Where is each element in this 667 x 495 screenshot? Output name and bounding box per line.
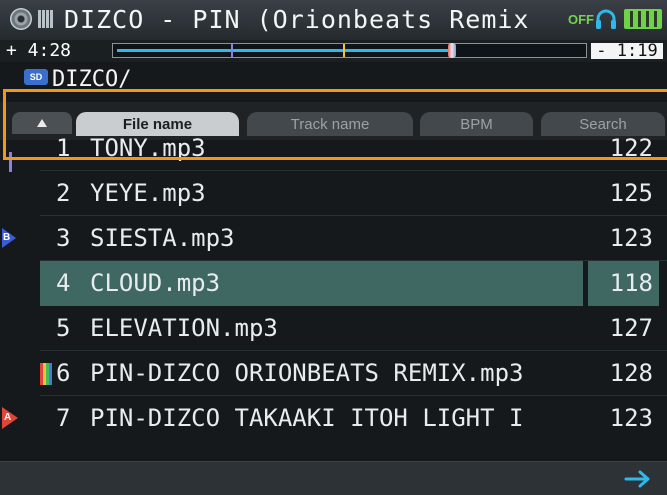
title-bar: DIZCO - PIN (Orionbeats Remix OFF [0,0,667,40]
track-bpm: 123 [609,224,653,252]
track-number: 2 [56,179,71,207]
track-number: 4 [56,269,71,297]
track-number: 3 [56,224,71,252]
file-name: YEYE.mp3 [90,179,206,207]
list-item[interactable]: 6 PIN-DIZCO ORIONBEATS REMIX.mp3 128 [0,351,667,396]
battery-icon [624,9,662,29]
bottom-bar [0,461,667,495]
list-item-selected[interactable]: 4 CLOUD.mp3 118 [0,261,667,306]
track-bpm: 128 [609,359,653,387]
sync-off-indicator[interactable]: OFF [568,12,594,27]
cue-a-marker-label: A [4,412,12,423]
cue-marker [343,44,345,57]
file-name: PIN-DIZCO TAKAAKI ITOH LIGHT I [90,404,524,432]
dj-browser-screen: DIZCO - PIN (Orionbeats Remix OFF + 4:28… [0,0,667,495]
track-number: 7 [56,404,71,432]
playhead-marker[interactable] [447,43,456,58]
file-name: SIESTA.mp3 [90,224,235,252]
track-bpm: 127 [609,314,653,342]
remaining-time: - 1:19 [591,43,663,60]
track-bpm: 123 [609,404,653,432]
time-row: + 4:28 - 1:19 [0,40,667,62]
sd-source-icon: SD [24,69,48,85]
track-title: DIZCO - PIN (Orionbeats Remix [64,5,530,34]
list-item[interactable]: A 7 PIN-DIZCO TAKAAKI ITOH LIGHT I 123 [0,396,667,441]
track-progress-bar[interactable] [112,43,587,58]
list-item[interactable]: B 3 SIESTA.mp3 123 [0,216,667,261]
file-name: PIN-DIZCO ORIONBEATS REMIX.mp3 [90,359,524,387]
elapsed-time: + 4:28 [6,40,72,61]
sd-card-icon [38,10,58,28]
tab-bar-highlight-frame [3,89,667,160]
track-bpm: 125 [609,179,653,207]
list-item[interactable]: 2 YEYE.mp3 125 [0,171,667,216]
cue-b-marker-label: B [3,232,11,243]
progress-fill [117,49,452,52]
arrow-right-icon[interactable] [622,467,656,491]
disc-icon [10,8,32,30]
color-tag-icon [40,363,52,385]
file-name: ELEVATION.mp3 [90,314,278,342]
path-row: SD DIZCO/ [0,62,667,92]
list-item[interactable]: 5 ELEVATION.mp3 127 [0,306,667,351]
cue-marker [231,44,233,57]
file-name: CLOUD.mp3 [90,269,221,297]
headphones-icon[interactable] [594,7,618,31]
track-bpm: 118 [609,269,653,297]
track-number: 6 [56,359,71,387]
track-number: 5 [56,314,71,342]
